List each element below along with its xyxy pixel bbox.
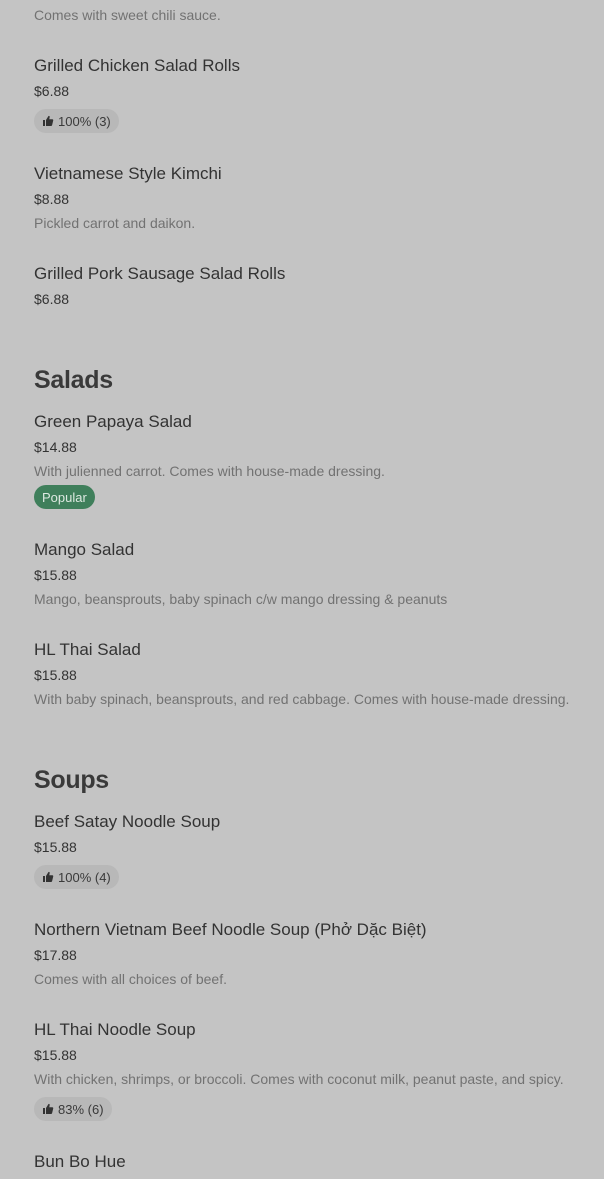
- item-name: Bun Bo Hue: [34, 1152, 126, 1171]
- item-name: HL Thai Salad: [34, 640, 141, 659]
- item-name: Vietnamese Style Kimchi: [34, 164, 222, 183]
- rating-text: 83% (6): [58, 1101, 104, 1117]
- item-price: $17.88: [34, 947, 77, 963]
- section-title-salads: Salads: [34, 366, 113, 394]
- popular-badge: Popular: [34, 485, 95, 509]
- rating-badge: 100% (3): [34, 109, 119, 133]
- item-name: Grilled Pork Sausage Salad Rolls: [34, 264, 286, 283]
- item-price: $6.88: [34, 83, 70, 99]
- item-name: Grilled Chicken Salad Rolls: [34, 56, 240, 75]
- rating-badge: 83% (6): [34, 1097, 112, 1121]
- item-price: $6.88: [34, 291, 70, 307]
- item-description: With baby spinach, beansprouts, and red …: [34, 691, 570, 707]
- rating-badge: 100% (4): [34, 865, 119, 889]
- item-price: $14.88: [34, 439, 77, 455]
- item-description: Comes with sweet chili sauce.: [34, 7, 221, 23]
- item-price: $8.88: [34, 191, 70, 207]
- item-name: Northern Vietnam Beef Noodle Soup (Phở D…: [34, 920, 427, 939]
- item-description: With chicken, shrimps, or broccoli. Come…: [34, 1071, 564, 1087]
- item-description: Mango, beansprouts, baby spinach c/w man…: [34, 591, 448, 607]
- thumbs-up-icon: [43, 115, 54, 126]
- thumbs-up-icon: [43, 1103, 54, 1114]
- rating-text: 100% (4): [58, 869, 111, 885]
- section-title-soups: Soups: [34, 766, 109, 794]
- item-name: Mango Salad: [34, 540, 135, 559]
- rating-text: 100% (3): [58, 113, 111, 129]
- item-description: With julienned carrot. Comes with house-…: [34, 463, 385, 479]
- item-description: Comes with all choices of beef.: [34, 971, 227, 987]
- item-name: HL Thai Noodle Soup: [34, 1020, 196, 1039]
- item-description: Pickled carrot and daikon.: [34, 215, 196, 231]
- thumbs-up-icon: [43, 871, 54, 882]
- item-name: Green Papaya Salad: [34, 412, 192, 431]
- item-price: $15.88: [34, 1047, 77, 1063]
- item-name: Beef Satay Noodle Soup: [34, 812, 221, 831]
- item-price: $15.88: [34, 839, 77, 855]
- item-price: $15.88: [34, 667, 77, 683]
- menu-page: Comes with sweet chili sauce. Grilled Ch…: [0, 0, 604, 1179]
- item-price: $15.88: [34, 567, 77, 583]
